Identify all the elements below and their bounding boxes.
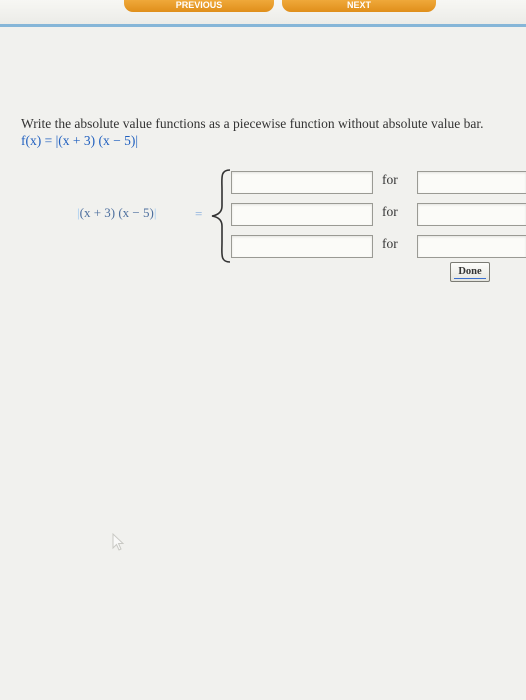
left-brace-icon [211,169,231,263]
equals-sign: = [195,206,203,221]
piece-expression-input-2[interactable] [231,203,373,226]
abs-bar-right: | [153,205,157,220]
done-button[interactable]: Done [450,262,490,282]
piece-expression-input-1[interactable] [231,171,373,194]
for-label-2: for [382,204,398,219]
piece-condition-input-1[interactable] [417,171,526,194]
piecewise-lhs: |(x + 3) (x − 5)| [77,205,156,221]
piece-condition-input-3[interactable] [417,235,526,258]
piece-expression-input-3[interactable] [231,235,373,258]
next-button[interactable]: NEXT [282,0,436,12]
for-label-1: for [382,172,398,187]
previous-button[interactable]: PREVIOUS [124,0,274,12]
mouse-cursor-icon [112,532,125,551]
header-divider [0,24,526,27]
function-expression: f(x) = |(x + 3) (x − 5)| [21,133,139,148]
lhs-expression: (x + 3) (x − 5) [79,205,154,220]
piece-condition-input-2[interactable] [417,203,526,226]
prompt-text: Write the absolute value functions as a … [21,116,484,131]
question-prompt: Write the absolute value functions as a … [21,115,491,149]
for-label-3: for [382,236,398,251]
top-nav-bar: PREVIOUS NEXT [0,0,526,24]
